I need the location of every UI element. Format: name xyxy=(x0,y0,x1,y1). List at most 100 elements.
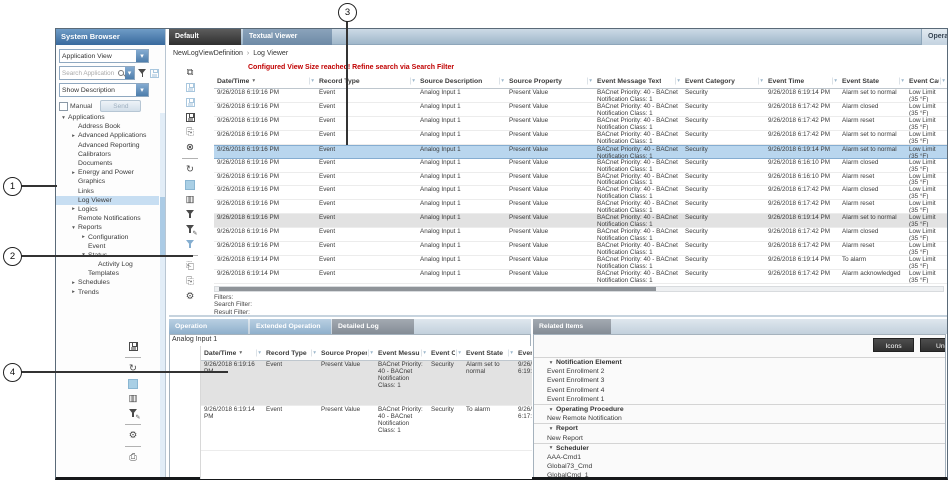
tree-item-schedules[interactable]: ▸Schedules xyxy=(56,278,159,287)
chevron-right-icon[interactable]: ▸ xyxy=(79,234,88,240)
columns-icon[interactable]: ▥ xyxy=(184,194,197,205)
tree-item-trends[interactable]: ▸Trends xyxy=(56,288,159,297)
refresh-icon[interactable]: ↻ xyxy=(184,164,197,175)
log-row[interactable]: 9/26/2018 6:19:16 PMEventAnalog Input 1P… xyxy=(214,228,947,242)
chevron-down-icon[interactable]: ▾ xyxy=(136,84,148,96)
background-color-icon[interactable] xyxy=(184,179,197,190)
related-item-new-remote-notification[interactable]: New Remote Notification xyxy=(534,414,945,423)
filter-icon[interactable] xyxy=(184,209,197,220)
tree-item-log-viewer[interactable]: Log Viewer xyxy=(56,196,159,205)
tree-item-applications[interactable]: ▾Applications xyxy=(56,113,159,122)
column-header-record-type[interactable]: Record Type|▾ xyxy=(263,346,318,360)
column-filter-icon[interactable]: ▾ xyxy=(311,78,314,84)
ungroup-button[interactable]: Ungroup xyxy=(920,338,946,352)
save-as-icon[interactable] xyxy=(184,97,197,108)
save-search-icon[interactable] xyxy=(150,69,159,78)
column-header-source-description[interactable]: Source Description|▾ xyxy=(417,74,506,88)
tab-textual-viewer[interactable]: Textual Viewer xyxy=(243,29,332,45)
breadcrumb-root[interactable]: NewLogViewDefinition xyxy=(173,50,243,57)
column-header-even[interactable]: Even|▾ xyxy=(515,346,532,360)
search-input[interactable] xyxy=(60,70,117,77)
column-filter-icon[interactable]: ▾ xyxy=(760,78,763,84)
related-group-operating-procedure[interactable]: ▾Operating Procedure xyxy=(534,404,945,414)
column-header-event-message-text[interactable]: Event Message Text|▾ xyxy=(594,74,682,88)
log-row[interactable]: 9/26/2018 6:19:16 PMEventAnalog Input 1P… xyxy=(214,173,947,187)
column-filter-icon[interactable]: ▾ xyxy=(501,78,504,84)
tree-item-activity-log[interactable]: Activity Log xyxy=(56,260,159,269)
tab-default[interactable]: Default xyxy=(169,29,241,45)
import-log-icon[interactable]: ⎘ xyxy=(184,276,197,287)
log-row[interactable]: 9/26/2018 6:19:16 PMEventAnalog Input 1P… xyxy=(214,242,947,256)
log-row[interactable]: 9/26/2018 6:19:16 PMEventAnalog Input 1P… xyxy=(214,186,947,200)
tree-item-reports[interactable]: ▾Reports xyxy=(56,223,159,232)
tree-item-templates[interactable]: Templates xyxy=(56,269,159,278)
chevron-down-icon[interactable]: ▾ xyxy=(546,426,556,432)
column-filter-icon[interactable]: ▾ xyxy=(258,350,261,356)
column-header-event-time[interactable]: Event Time|▾ xyxy=(765,74,839,88)
edit-filter-icon[interactable] xyxy=(184,224,197,235)
tab-operation-detail[interactable]: Operation xyxy=(169,319,248,334)
log-row[interactable]: 9/26/2018 6:19:14 PMEventPresent ValueBA… xyxy=(201,406,532,451)
chevron-down-icon[interactable]: ▾ xyxy=(546,445,556,451)
export-file-icon[interactable]: ⎘ xyxy=(184,127,197,138)
reset-filter-icon[interactable] xyxy=(184,239,197,250)
log-row[interactable]: 9/26/2018 6:19:16 PMEventAnalog Input 1P… xyxy=(214,117,947,131)
tree-item-configuration[interactable]: ▸Configuration xyxy=(56,232,159,241)
column-filter-icon[interactable]: ▾ xyxy=(510,350,513,356)
horizontal-scrollbar[interactable] xyxy=(214,286,944,292)
column-filter-icon[interactable]: ▾ xyxy=(589,78,592,84)
tab-extended-operation[interactable]: Extended Operation xyxy=(250,319,331,334)
tree-scrollbar[interactable] xyxy=(160,113,165,477)
chevron-right-icon[interactable]: ▸ xyxy=(69,170,78,176)
clear-icon[interactable]: ⊗ xyxy=(184,142,197,153)
column-filter-icon[interactable]: ▾ xyxy=(370,350,373,356)
column-filter-icon[interactable]: ▾ xyxy=(834,78,837,84)
related-group-scheduler[interactable]: ▾Scheduler xyxy=(534,443,945,453)
column-filter-icon[interactable]: ▾ xyxy=(412,78,415,84)
chevron-down-icon[interactable]: ▾ xyxy=(136,50,148,62)
settings-gear-icon[interactable]: ⚙ xyxy=(127,430,140,441)
log-row[interactable]: 9/26/2018 6:19:16 PMEventAnalog Input 1P… xyxy=(214,131,947,145)
column-header-event-category[interactable]: Event Category|▾ xyxy=(682,74,765,88)
tree-item-calibrators[interactable]: Calibrators xyxy=(56,150,159,159)
edit-filter-icon[interactable] xyxy=(127,408,140,419)
chevron-right-icon[interactable]: ▸ xyxy=(69,280,78,286)
related-item-event-enrollment-1[interactable]: Event Enrollment 1 xyxy=(534,395,945,404)
log-row[interactable]: 9/26/2018 6:19:16 PMEventAnalog Input 1P… xyxy=(214,159,947,173)
tree-item-links[interactable]: Links xyxy=(56,187,159,196)
related-item-event-enrollment-2[interactable]: Event Enrollment 2 xyxy=(534,367,945,376)
column-filter-icon[interactable]: ▾ xyxy=(458,350,461,356)
tree-item-event[interactable]: Event xyxy=(56,242,159,251)
save-icon[interactable] xyxy=(184,82,197,93)
print-icon[interactable]: ⎙ xyxy=(127,452,140,463)
chevron-right-icon[interactable]: ▸ xyxy=(69,133,78,139)
column-header-date-time[interactable]: Date/Time▾|▾ xyxy=(214,74,316,88)
tree-filter-icon[interactable] xyxy=(137,68,148,79)
related-item-event-enrollment-3[interactable]: Event Enrollment 3 xyxy=(534,376,945,385)
column-filter-icon[interactable]: ▾ xyxy=(313,350,316,356)
column-filter-icon[interactable]: ▾ xyxy=(423,350,426,356)
search-chevron-icon[interactable]: ▾ xyxy=(125,67,134,79)
related-item-new-report[interactable]: New Report xyxy=(534,434,945,443)
search-box[interactable]: ▾ xyxy=(59,66,135,80)
tree-item-remote-notifications[interactable]: Remote Notifications xyxy=(56,214,159,223)
tree-item-advanced-applications[interactable]: ▸Advanced Applications xyxy=(56,131,159,140)
column-header-date-time[interactable]: Date/Time▾|▾ xyxy=(201,346,263,360)
tree-item-energy-and-power[interactable]: ▸Energy and Power xyxy=(56,168,159,177)
view-selector[interactable]: Application View ▾ xyxy=(59,49,149,63)
tab-operation[interactable]: Operation xyxy=(921,29,947,45)
tree-item-address-book[interactable]: Address Book xyxy=(56,122,159,131)
send-button[interactable]: Send xyxy=(100,100,141,112)
breadcrumb-current[interactable]: Log Viewer xyxy=(253,50,288,57)
chevron-right-icon[interactable]: ▸ xyxy=(69,289,78,295)
column-header-source-propert[interactable]: Source Propert|▾ xyxy=(318,346,375,360)
log-row[interactable]: 9/26/2018 6:19:16 PMEventAnalog Input 1P… xyxy=(214,103,947,117)
log-row[interactable]: 9/26/2018 6:19:16 PMEventAnalog Input 1P… xyxy=(214,89,947,103)
manual-checkbox[interactable] xyxy=(59,102,68,111)
save-icon[interactable] xyxy=(127,341,140,352)
export-log-icon[interactable]: ⎗ xyxy=(184,261,197,272)
open-in-new-icon[interactable]: ⧉ xyxy=(184,67,197,78)
log-row[interactable]: 9/26/2018 6:19:16 PMEventAnalog Input 1P… xyxy=(214,214,947,228)
columns-icon[interactable]: ▥ xyxy=(127,393,140,404)
tree-item-graphics[interactable]: Graphics xyxy=(56,177,159,186)
